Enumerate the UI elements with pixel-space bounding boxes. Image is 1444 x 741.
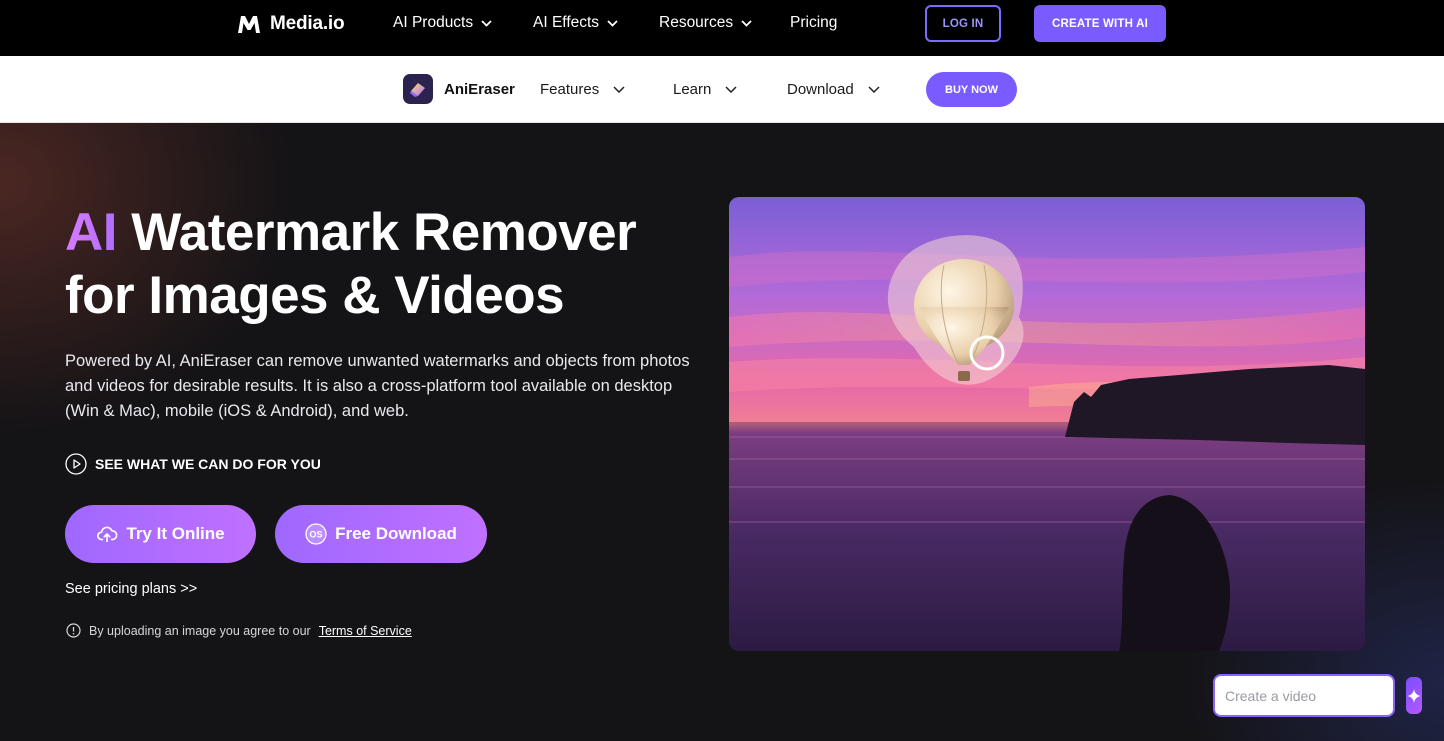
nav-ai-products[interactable]: AI Products xyxy=(393,14,492,32)
chevron-down-icon xyxy=(607,19,618,27)
subnav-features[interactable]: Features xyxy=(540,81,625,98)
see-what-label: SEE WHAT WE CAN DO FOR YOU xyxy=(95,456,321,472)
hero-section: AI Watermark Remover for Images & Videos… xyxy=(0,123,1444,741)
see-pricing-plans-link[interactable]: See pricing plans >> xyxy=(65,581,197,597)
buy-now-button[interactable]: BUY NOW xyxy=(926,72,1017,107)
brand-name: Media.io xyxy=(270,13,345,34)
hero-title: AI Watermark Remover for Images & Videos xyxy=(65,201,637,327)
sparkle-icon xyxy=(1407,688,1421,703)
os-icon: OS xyxy=(305,523,327,545)
info-icon xyxy=(66,623,81,638)
nav-ai-effects-label: AI Effects xyxy=(533,14,600,31)
create-video-input[interactable] xyxy=(1215,676,1406,715)
play-circle-icon xyxy=(65,453,87,475)
free-download-button[interactable]: OS Free Download xyxy=(275,505,487,563)
product-name: AniEraser xyxy=(444,80,515,98)
media-io-logo-icon xyxy=(238,16,260,33)
hero-title-line2: for Images & Videos xyxy=(65,266,565,325)
try-it-online-label: Try It Online xyxy=(126,524,225,543)
try-it-online-button[interactable]: Try It Online xyxy=(65,505,256,563)
nav-ai-products-label: AI Products xyxy=(393,14,474,31)
brand-logo-link[interactable]: Media.io xyxy=(236,12,345,36)
top-navigation: Media.io AI Products AI Effects Resource… xyxy=(0,0,1444,56)
nav-ai-effects[interactable]: AI Effects xyxy=(533,14,618,32)
chevron-down-icon xyxy=(613,86,625,93)
chevron-down-icon xyxy=(481,19,492,27)
subnav-download[interactable]: Download xyxy=(787,81,880,98)
hero-description: Powered by AI, AniEraser can remove unwa… xyxy=(65,352,690,420)
nav-pricing-label: Pricing xyxy=(790,14,838,31)
chevron-down-icon xyxy=(868,86,880,93)
generate-button[interactable] xyxy=(1406,677,1422,714)
hero-demo-image xyxy=(729,197,1365,651)
terms-prefix: By uploading an image you agree to our xyxy=(89,623,311,638)
hero-title-rest: Watermark Remover xyxy=(131,203,637,262)
subnav-features-label: Features xyxy=(540,81,600,98)
free-download-label: Free Download xyxy=(335,524,457,543)
product-navigation: AniEraser Features Learn Download BUY NO… xyxy=(0,56,1444,123)
see-what-we-can-do-link[interactable]: SEE WHAT WE CAN DO FOR YOU xyxy=(65,453,321,475)
svg-text:OS: OS xyxy=(310,530,323,540)
chevron-down-icon xyxy=(741,19,752,27)
product-home-link[interactable]: AniEraser xyxy=(403,74,515,104)
subnav-learn[interactable]: Learn xyxy=(673,81,737,98)
nav-resources[interactable]: Resources xyxy=(659,14,752,32)
terms-notice: By uploading an image you agree to our T… xyxy=(66,623,412,638)
create-with-ai-button[interactable]: CREATE WITH AI xyxy=(1034,5,1166,42)
anieraser-logo-icon xyxy=(403,74,433,104)
cloud-upload-icon xyxy=(97,526,118,543)
nav-pricing[interactable]: Pricing xyxy=(790,14,837,32)
login-button[interactable]: LOG IN xyxy=(925,5,1001,42)
hero-title-accent: AI xyxy=(65,203,118,262)
subnav-learn-label: Learn xyxy=(673,81,712,98)
create-video-widget xyxy=(1213,674,1422,717)
terms-of-service-link[interactable]: Terms of Service xyxy=(319,624,412,638)
subnav-download-label: Download xyxy=(787,81,854,98)
nav-resources-label: Resources xyxy=(659,14,734,31)
chevron-down-icon xyxy=(725,86,737,93)
